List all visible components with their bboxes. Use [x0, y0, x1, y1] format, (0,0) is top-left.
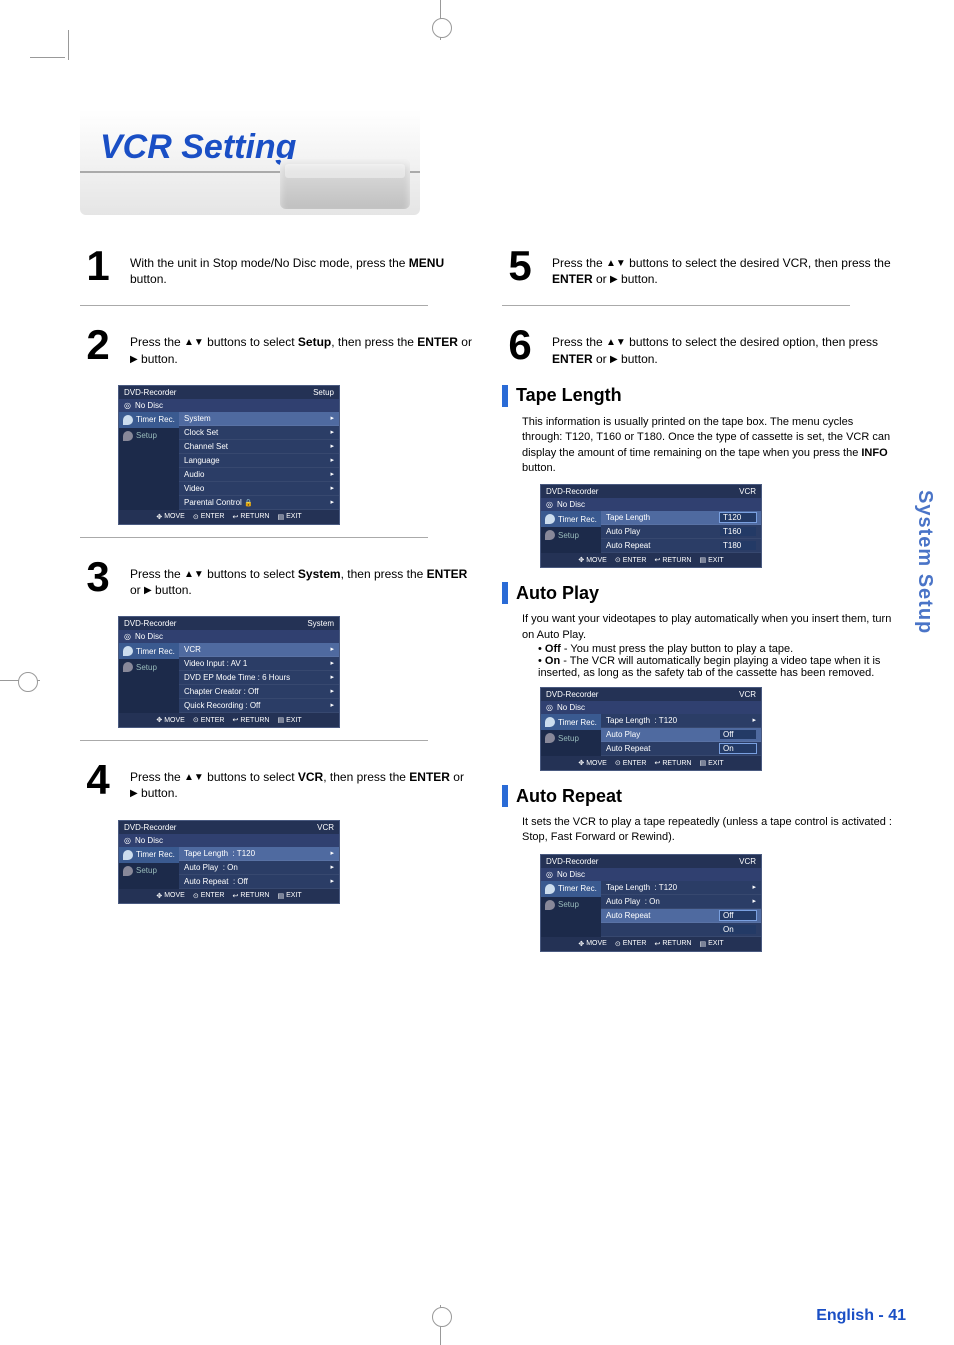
step-text: Press the ▲▼ buttons to select the desir…: [552, 324, 894, 366]
section-body: It sets the VCR to play a tape repeatedl…: [522, 815, 894, 846]
step-text: With the unit in Stop mode/No Disc mode,…: [130, 245, 472, 287]
osd-side-setup: Setup: [119, 428, 179, 444]
cassette-art: [280, 159, 410, 209]
right-column: 5 Press the ▲▼ buttons to select the des…: [502, 245, 894, 960]
step-text: Press the ▲▼ buttons to select System, t…: [130, 556, 472, 598]
step-number: 4: [80, 759, 116, 801]
autoplay-on: • On - The VCR will automatically begin …: [538, 655, 894, 679]
osd-side-timer: Timer Rec.: [119, 412, 179, 428]
page-number: English - 41: [816, 1307, 906, 1325]
osd-system: DVD-RecorderSystem ◎ No Disc Timer Rec. …: [118, 616, 340, 728]
step-6: 6 Press the ▲▼ buttons to select the des…: [502, 324, 894, 366]
section-auto-repeat: Auto Repeat: [502, 785, 894, 807]
step-text: Press the ▲▼ buttons to select the desir…: [552, 245, 894, 287]
step-number: 2: [80, 324, 116, 366]
step-text: Press the ▲▼ buttons to select Setup, th…: [130, 324, 472, 366]
step-text: Press the ▲▼ buttons to select VCR, then…: [130, 759, 472, 801]
osd-auto-play: DVD-RecorderVCR ◎ No Disc Timer Rec. Set…: [540, 687, 762, 771]
osd-tape-length: DVD-RecorderVCR ◎ No Disc Timer Rec. Set…: [540, 484, 762, 568]
enter-icon: ⊙ ENTER: [193, 513, 225, 521]
section-tape-length: Tape Length: [502, 385, 894, 407]
osd-vcr: DVD-RecorderVCR ◎ No Disc Timer Rec. Set…: [118, 820, 340, 904]
osd-auto-repeat: DVD-RecorderVCR ◎ No Disc Timer Rec. Set…: [540, 854, 762, 952]
section-body: If you want your videotapes to play auto…: [522, 612, 894, 643]
step-3: 3 Press the ▲▼ buttons to select System,…: [80, 556, 472, 598]
side-tab-label: System Setup: [913, 490, 936, 634]
autoplay-off: • Off - You must press the play button t…: [538, 643, 894, 655]
return-icon: ↩ RETURN: [232, 513, 269, 521]
lock-icon: 🔒: [244, 500, 253, 507]
section-auto-play: Auto Play: [502, 582, 894, 604]
step-4: 4 Press the ▲▼ buttons to select VCR, th…: [80, 759, 472, 801]
step-number: 5: [502, 245, 538, 287]
exit-icon: ▤ EXIT: [277, 513, 301, 521]
step-2: 2 Press the ▲▼ buttons to select Setup, …: [80, 324, 472, 366]
move-icon: ✥ MOVE: [156, 513, 185, 521]
section-body: This information is usually printed on t…: [522, 415, 894, 477]
left-column: 1 With the unit in Stop mode/No Disc mod…: [80, 245, 472, 960]
step-number: 6: [502, 324, 538, 366]
page-title-block: VCR Setting: [80, 110, 420, 215]
step-5: 5 Press the ▲▼ buttons to select the des…: [502, 245, 894, 287]
step-number: 1: [80, 245, 116, 287]
step-number: 3: [80, 556, 116, 598]
step-1: 1 With the unit in Stop mode/No Disc mod…: [80, 245, 472, 287]
osd-setup: DVD-RecorderSetup ◎ No Disc Timer Rec. S…: [118, 385, 340, 525]
